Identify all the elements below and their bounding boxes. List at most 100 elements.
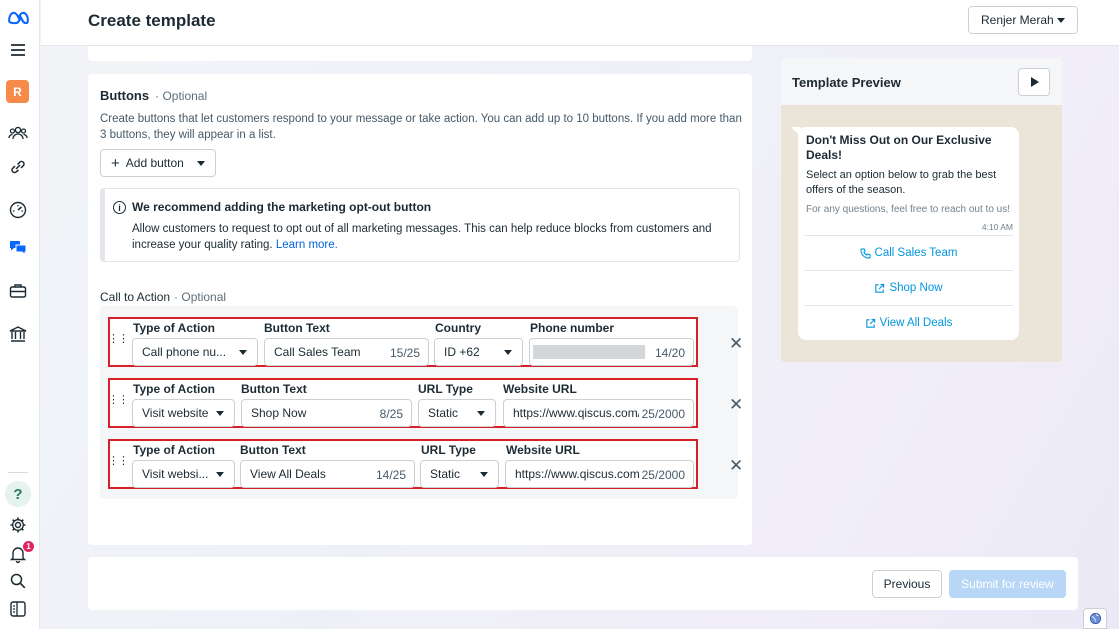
globe-icon[interactable] [1083, 608, 1107, 629]
close-icon[interactable]: ✕ [729, 396, 743, 413]
drag-handle-icon[interactable]: ⋮⋮ [108, 395, 129, 410]
website-url-label: Website URL [503, 382, 577, 396]
account-avatar[interactable]: R [6, 80, 29, 103]
url-type-select[interactable]: Static [420, 460, 499, 488]
country-value: ID +62 [444, 345, 480, 359]
info-icon: i [113, 201, 126, 214]
type-of-action-label: Type of Action [133, 321, 215, 335]
footer-bar: Previous Submit for review [88, 557, 1078, 610]
bank-icon[interactable] [7, 323, 29, 345]
url-type-label: URL Type [421, 443, 476, 457]
notification-badge: 1 [22, 540, 35, 553]
char-count: 25/2000 [638, 407, 685, 421]
website-url-input[interactable]: https://www.qiscus.com 25/2000 [505, 460, 694, 488]
gear-icon[interactable] [7, 514, 29, 536]
url-type-value: Static [428, 406, 459, 420]
cta-section-title: Call to Action · Optional [100, 290, 226, 304]
button-text-value: Call Sales Team [274, 345, 361, 359]
button-text-input[interactable]: Shop Now 8/25 [241, 399, 412, 427]
left-rail: R ? 1 [0, 0, 40, 629]
cta-list: ⋮⋮ Type of Action Call phone nu... Butto… [100, 306, 743, 499]
redacted-phone-number [533, 345, 645, 359]
page-header: Create template Renjer Merah [41, 0, 1119, 46]
cta-row-call: ⋮⋮ Type of Action Call phone nu... Butto… [108, 317, 698, 367]
help-button[interactable]: ? [5, 481, 31, 507]
url-type-select[interactable]: Static [418, 399, 496, 427]
menu-icon[interactable] [7, 39, 29, 61]
buttons-title: Buttons [100, 88, 150, 103]
char-count: 25/2000 [638, 468, 685, 482]
preview-button-call[interactable]: Call Sales Team [804, 235, 1013, 270]
chat-icon[interactable] [7, 236, 29, 258]
play-icon [1031, 77, 1039, 87]
meta-logo-icon[interactable] [6, 6, 30, 28]
play-preview-button[interactable] [1018, 68, 1050, 96]
add-button-label: Add button [125, 156, 184, 170]
notice-title: We recommend adding the marketing opt-ou… [132, 200, 432, 214]
message-time: 4:10 AM [981, 222, 1013, 232]
rail-divider [8, 472, 28, 473]
cta-row-deals: ⋮⋮ Type of Action Visit websi... Button … [108, 439, 698, 489]
message-body: Select an option below to grab the best … [806, 169, 997, 196]
buttons-card: Buttons · Optional Create buttons that le… [88, 74, 752, 545]
preview-button-shop[interactable]: Shop Now [804, 270, 1013, 305]
people-icon[interactable] [7, 122, 29, 144]
char-count: 14/20 [651, 346, 685, 360]
preview-header: Template Preview [781, 58, 1062, 105]
chevron-down-icon [239, 350, 247, 355]
drag-handle-icon[interactable]: ⋮⋮ [108, 456, 129, 471]
url-type-value: Static [430, 467, 461, 481]
char-count: 15/25 [386, 346, 420, 360]
close-icon[interactable]: ✕ [729, 335, 743, 352]
search-icon[interactable] [7, 570, 29, 592]
button-text-input[interactable]: View All Deals 14/25 [240, 460, 415, 488]
notice-body: Allow customers to request to opt out of… [132, 221, 732, 253]
chevron-down-icon [477, 411, 485, 416]
template-preview-panel: Template Preview Don't Miss Out on Our E… [781, 58, 1062, 362]
phone-number-label: Phone number [530, 321, 615, 335]
preview-title: Template Preview [792, 75, 901, 90]
speedometer-icon[interactable] [7, 199, 29, 221]
learn-more-link[interactable]: Learn more. [276, 239, 338, 251]
account-name: Renjer Merah [981, 13, 1054, 27]
type-of-action-label: Type of Action [133, 443, 215, 457]
previous-card-edge [88, 46, 752, 61]
type-of-action-value: Call phone nu... [142, 345, 227, 359]
panel-icon[interactable] [7, 598, 29, 620]
phone-number-input[interactable]: 14/20 [529, 338, 694, 366]
url-type-label: URL Type [418, 382, 473, 396]
add-button-dropdown[interactable]: + Add button [100, 149, 216, 177]
buttons-description: Create buttons that let customers respon… [100, 113, 742, 141]
country-select[interactable]: ID +62 [434, 338, 523, 366]
external-link-icon [874, 283, 885, 294]
button-text-label: Button Text [240, 443, 306, 457]
button-text-label: Button Text [264, 321, 330, 335]
button-text-input[interactable]: Call Sales Team 15/25 [264, 338, 429, 366]
type-of-action-value: Visit website [142, 406, 209, 420]
type-of-action-select[interactable]: Visit website [132, 399, 235, 427]
drag-handle-icon[interactable]: ⋮⋮ [108, 334, 129, 349]
buttons-section-title: Buttons · Optional [100, 88, 207, 103]
type-of-action-select[interactable]: Call phone nu... [132, 338, 258, 366]
previous-button[interactable]: Previous [872, 570, 942, 598]
close-icon[interactable]: ✕ [729, 457, 743, 474]
website-url-input[interactable]: https://www.qiscus.com/ 25/2000 [503, 399, 694, 427]
message-bubble: Don't Miss Out on Our Exclusive Deals! S… [791, 127, 1019, 340]
preview-button-label: Call Sales Team [874, 247, 958, 259]
submit-for-review-button[interactable]: Submit for review [949, 570, 1066, 598]
plus-icon: + [111, 154, 120, 172]
chevron-down-icon [197, 161, 205, 166]
phone-icon [859, 247, 871, 259]
website-url-value: https://www.qiscus.com [515, 467, 640, 481]
button-text-value: Shop Now [251, 406, 307, 420]
cta-row-shop: ⋮⋮ Type of Action Visit website Button T… [108, 378, 698, 428]
link-icon[interactable] [7, 156, 29, 178]
type-of-action-select[interactable]: Visit websi... [132, 460, 235, 488]
preview-button-deals[interactable]: View All Deals [804, 305, 1013, 340]
char-count: 14/25 [372, 468, 406, 482]
type-of-action-label: Type of Action [133, 382, 215, 396]
opt-out-notice: i We recommend adding the marketing opt-… [100, 188, 740, 262]
chevron-down-icon [480, 472, 488, 477]
briefcase-icon[interactable] [7, 280, 29, 302]
account-selector[interactable]: Renjer Merah [968, 6, 1078, 34]
